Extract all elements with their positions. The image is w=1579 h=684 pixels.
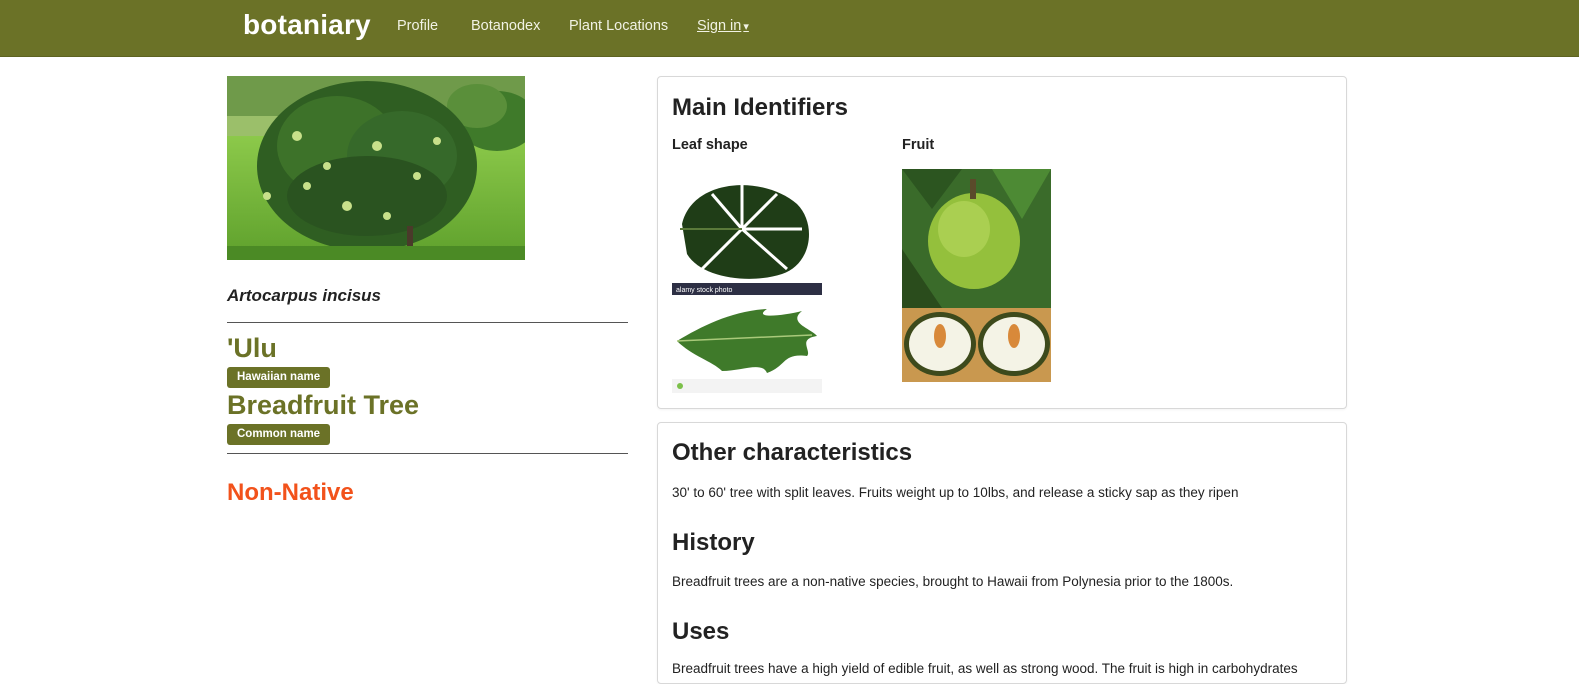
uses-heading: Uses [672, 618, 730, 645]
uses-text: Breadfruit trees have a high yield of ed… [672, 661, 1298, 676]
nav-botanodex-link[interactable]: Botanodex [471, 18, 540, 34]
history-heading: History [672, 529, 755, 556]
plant-photo [227, 76, 525, 260]
navbar: botaniary Profile Botanodex Plant Locati… [0, 0, 1579, 57]
common-name-badge: Common name [227, 424, 331, 445]
leaf-shape-image-1: alamy stock photo [672, 169, 822, 295]
hawaiian-name: 'Ulu [227, 333, 277, 363]
nav-plant-locations-link[interactable]: Plant Locations [569, 18, 668, 34]
common-name: Breadfruit Tree [227, 390, 420, 420]
sign-in-label: Sign in [697, 18, 742, 34]
fruit-image-2 [902, 308, 1051, 382]
divider [227, 322, 628, 323]
brand-logo[interactable]: botaniary [243, 9, 371, 41]
fruit-image-1 [902, 169, 1051, 308]
divider [227, 453, 628, 454]
characteristics-panel: Other characteristics 30' to 60' tree wi… [657, 422, 1347, 684]
native-status: Non-Native [227, 479, 354, 506]
leaf-shape-label: Leaf shape [672, 137, 748, 153]
leaf-shape-image-2 [672, 301, 822, 393]
sign-in-dropdown[interactable]: Sign in ▾ [697, 18, 749, 34]
fruit-label: Fruit [902, 137, 935, 153]
watermark-text: alamy stock photo [676, 287, 733, 294]
hawaiian-name-badge: Hawaiian name [227, 367, 331, 388]
chevron-down-icon: ▾ [743, 21, 749, 33]
other-characteristics-text: 30' to 60' tree with split leaves. Fruit… [672, 485, 1239, 500]
other-characteristics-heading: Other characteristics [672, 439, 913, 466]
history-text: Breadfruit trees are a non-native specie… [672, 574, 1234, 589]
nav-profile-link[interactable]: Profile [397, 18, 438, 34]
main-identifiers-panel: Main Identifiers Leaf shape Fruit alamy … [657, 76, 1347, 409]
scientific-name: Artocarpus incisus [227, 286, 381, 305]
main-identifiers-heading: Main Identifiers [672, 94, 849, 121]
